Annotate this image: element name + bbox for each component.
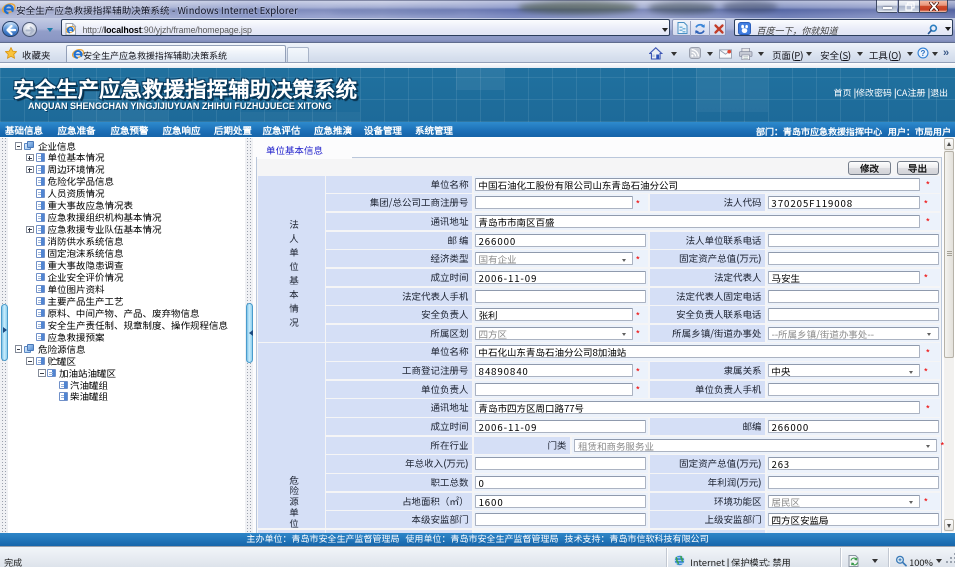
svg-text:?: ? [921,49,926,58]
